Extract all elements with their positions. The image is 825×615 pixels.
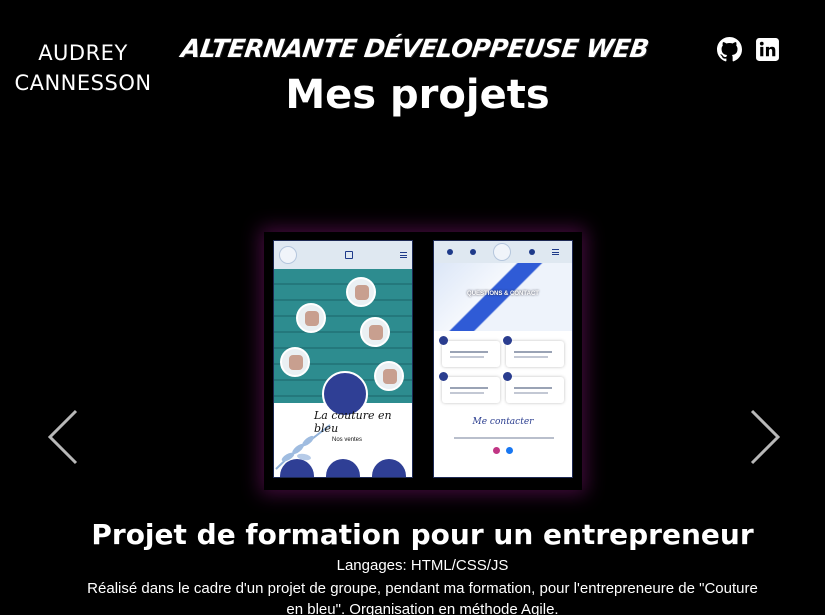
github-link[interactable] — [717, 37, 742, 62]
phone-mockup-contact: QUESTIONS & CONTACT Me contacter — [433, 240, 573, 478]
mock-nav-dot — [470, 249, 477, 255]
mock-product-thumb — [372, 459, 406, 477]
mock-nav-dot — [528, 249, 535, 255]
mock-nav-dot — [446, 249, 453, 255]
mock-lower-section: La couture en bleu Nos ventes — [274, 371, 412, 477]
mock-faq-card — [503, 372, 564, 403]
project-title: Projet de formation pour un entrepreneur — [91, 518, 754, 551]
mock-product-bubble — [296, 303, 326, 333]
instagram-icon — [493, 447, 500, 454]
mock-contact-heading: Me contacter — [472, 417, 534, 427]
bag-icon — [344, 251, 353, 259]
mock-faq-card — [439, 372, 500, 403]
mock-product-row — [280, 459, 406, 477]
author-last-name: CANNESSON — [14, 71, 152, 95]
mock-product-thumb — [326, 459, 360, 477]
mock-contact-text — [454, 437, 554, 439]
mock-product-bubble — [346, 277, 376, 307]
chevron-left-icon — [47, 409, 78, 465]
mock-header — [274, 241, 412, 269]
author-first-name: AUDREY — [38, 41, 128, 65]
carousel-slide[interactable]: La couture en bleu Nos ventes QUESTIONS … — [264, 232, 582, 490]
menu-icon — [400, 252, 407, 258]
linkedin-icon — [756, 38, 779, 61]
phone-mockup-home: La couture en bleu Nos ventes — [273, 240, 413, 478]
mock-contact-hero: QUESTIONS & CONTACT — [434, 263, 572, 331]
mock-logo — [493, 243, 512, 261]
chevron-right-icon — [750, 409, 781, 465]
tagline: ALTERNANTE DÉVELOPPEUSE WEB — [179, 34, 651, 63]
mock-product-bubble — [374, 361, 404, 391]
mock-social-icons — [434, 447, 572, 454]
mock-product-bubble — [280, 347, 310, 377]
mock-faq-card — [503, 336, 564, 367]
carousel-prev-button[interactable] — [42, 405, 82, 469]
mock-faq-grid — [434, 331, 572, 403]
mock-faq-card — [439, 336, 500, 367]
project-description: Réalisé dans le cadre d'un projet de gro… — [87, 580, 758, 615]
mock-header — [434, 241, 572, 263]
mock-logo — [279, 246, 297, 264]
menu-icon — [552, 249, 560, 255]
project-languages: Langages: HTML/CSS/JS — [336, 557, 509, 574]
author-name: AUDREY CANNESSON — [8, 38, 158, 98]
mock-product-bubble — [360, 317, 390, 347]
linkedin-link[interactable] — [755, 37, 780, 62]
social-links — [717, 37, 780, 62]
carousel-next-button[interactable] — [746, 405, 786, 469]
facebook-icon — [506, 447, 513, 454]
mock-hero-title: QUESTIONS & CONTACT — [467, 291, 539, 297]
mock-brand-text: La couture en bleu — [314, 409, 392, 435]
github-icon — [717, 37, 742, 62]
page-title: Mes projets — [285, 72, 550, 118]
mock-sub-text: Nos ventes — [332, 437, 363, 443]
mock-product-thumb — [280, 459, 314, 477]
